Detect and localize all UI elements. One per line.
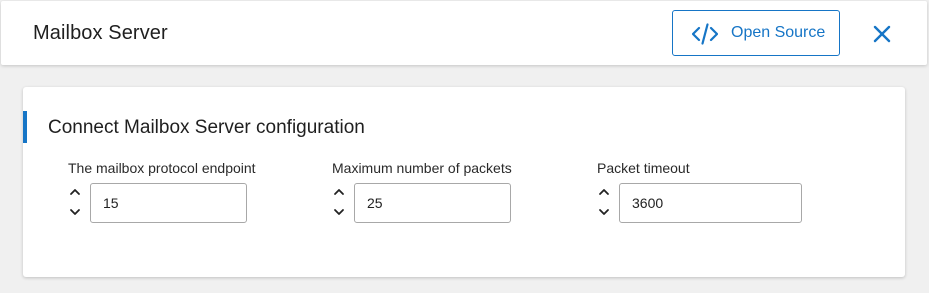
code-icon (692, 23, 718, 45)
close-icon[interactable] (869, 21, 895, 47)
open-source-button[interactable]: Open Source (672, 10, 840, 56)
field-label: Maximum number of packets (332, 160, 512, 176)
open-source-label: Open Source (731, 24, 826, 41)
field-label: The mailbox protocol endpoint (68, 160, 256, 176)
field-label: Packet timeout (597, 160, 690, 176)
page-title: Mailbox Server (33, 22, 168, 44)
configuration-card: Connect Mailbox Server configuration The… (23, 87, 905, 277)
chevron-down-icon[interactable] (597, 204, 611, 220)
packet-timeout-input[interactable] (619, 183, 802, 223)
quantity-stepper (597, 182, 611, 222)
section-title: Connect Mailbox Server configuration (48, 117, 365, 138)
quantity-stepper (68, 182, 82, 222)
chevron-up-icon[interactable] (597, 184, 611, 200)
maximum-number-of-packets-input[interactable] (354, 183, 511, 223)
chevron-down-icon[interactable] (332, 204, 346, 220)
quantity-stepper (332, 182, 346, 222)
dialog-header: Mailbox Server Open Source (1, 1, 927, 65)
chevron-down-icon[interactable] (68, 204, 82, 220)
section-accent-bar (23, 111, 27, 143)
mailbox-protocol-endpoint-input[interactable] (90, 183, 247, 223)
chevron-up-icon[interactable] (68, 184, 82, 200)
chevron-up-icon[interactable] (332, 184, 346, 200)
